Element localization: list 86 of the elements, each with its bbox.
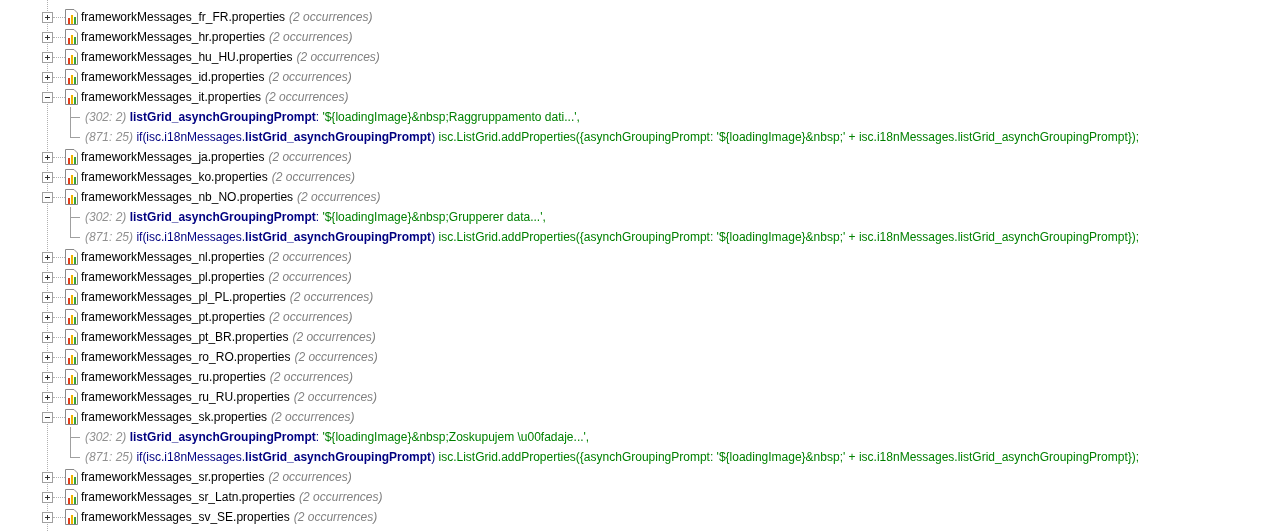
file-chart-icon — [65, 189, 78, 205]
occurrence-count: (2 occurrences) — [268, 149, 352, 166]
file-chart-icon — [65, 69, 78, 85]
occurrence-count: (2 occurrences) — [293, 509, 378, 526]
tree-toggle[interactable] — [42, 351, 53, 363]
file-name[interactable]: frameworkMessages_fr_FR.properties — [81, 8, 286, 26]
file-name[interactable]: frameworkMessages_hu_HU.properties — [81, 48, 293, 66]
file-chart-icon — [65, 489, 78, 505]
file-chart-icon — [65, 289, 78, 305]
occurrence-count: (2 occurrences) — [268, 249, 352, 266]
tree-toggle[interactable] — [42, 251, 53, 263]
tree-toggle[interactable] — [42, 191, 53, 203]
tree-toggle[interactable] — [42, 331, 53, 343]
match-line[interactable]: (871: 25) if(isc.i18nMessages.listGrid_asynchGroupingPrompt) isc.ListGrid.addProperties({asynchGroupingPrompt: '${loadingImage}&nbsp;' + isc.i18nMessages.listGrid_asynchGroupingPrompt}); — [85, 128, 1140, 146]
file-name[interactable]: frameworkMessages_it.properties — [81, 88, 262, 106]
file-name[interactable]: frameworkMessages_ja.properties — [81, 148, 265, 166]
file-chart-icon — [65, 9, 78, 25]
file-chart-icon — [65, 369, 78, 385]
tree-toggle[interactable] — [42, 31, 53, 43]
file-name[interactable]: frameworkMessages_ko.properties — [81, 168, 268, 186]
file-chart-icon — [65, 49, 78, 65]
file-name[interactable]: frameworkMessages_ru_RU.properties — [81, 388, 290, 406]
match-line[interactable]: (871: 25) if(isc.i18nMessages.listGrid_asynchGroupingPrompt) isc.ListGrid.addProperties({asynchGroupingPrompt: '${loadingImage}&nbsp;' + isc.i18nMessages.listGrid_asynchGroupingPrompt}); — [85, 448, 1140, 466]
occurrence-count: (2 occurrences) — [289, 9, 373, 26]
file-chart-icon — [65, 409, 78, 425]
file-name[interactable]: frameworkMessages_sv_SE.properties — [81, 508, 290, 526]
tree-toggle[interactable] — [42, 11, 53, 23]
file-name[interactable]: frameworkMessages_ru.properties — [81, 368, 266, 386]
file-name[interactable]: frameworkMessages_sk.properties — [81, 408, 268, 426]
tree-toggle[interactable] — [42, 71, 53, 83]
tree-toggle[interactable] — [42, 291, 53, 303]
file-name[interactable]: frameworkMessages_nl.properties — [81, 248, 265, 266]
occurrence-count: (2 occurrences) — [292, 329, 376, 346]
tree-toggle[interactable] — [42, 471, 53, 483]
occurrence-count: (2 occurrences) — [271, 169, 356, 186]
occurrence-count: (2 occurrences) — [299, 489, 383, 506]
occurrence-count: (2 occurrences) — [271, 409, 355, 426]
match-line[interactable]: (302: 2) listGrid_asynchGroupingPrompt: '${loadingImage}&nbsp;Zoskupujem \u00fadaje...', — [85, 428, 590, 446]
tree-toggle[interactable] — [42, 411, 53, 423]
tree-toggle[interactable] — [42, 91, 53, 103]
match-line[interactable]: (302: 2) listGrid_asynchGroupingPrompt: '${loadingImage}&nbsp;Grupperer data...', — [85, 208, 546, 226]
occurrence-count: (2 occurrences) — [289, 289, 374, 306]
file-name[interactable]: frameworkMessages_sr.properties — [81, 468, 265, 486]
file-name[interactable]: frameworkMessages_pt.properties — [81, 308, 266, 326]
file-chart-icon — [65, 349, 78, 365]
occurrence-count: (2 occurrences) — [269, 369, 354, 386]
file-name[interactable]: frameworkMessages_id.properties — [81, 68, 265, 86]
occurrence-count: (2 occurrences) — [269, 29, 353, 46]
occurrence-count: (2 occurrences) — [268, 69, 352, 86]
tree-toggle[interactable] — [42, 51, 53, 63]
file-name[interactable]: frameworkMessages_pl.properties — [81, 268, 265, 286]
file-chart-icon — [65, 149, 78, 165]
file-chart-icon — [65, 389, 78, 405]
tree-toggle[interactable] — [42, 171, 53, 183]
tree-toggle[interactable] — [42, 311, 53, 323]
file-chart-icon — [65, 469, 78, 485]
file-name[interactable]: frameworkMessages_nb_NO.properties — [81, 188, 294, 206]
file-chart-icon — [65, 29, 78, 45]
match-line[interactable]: (302: 2) listGrid_asynchGroupingPrompt: '${loadingImage}&nbsp;Raggruppamento dati...', — [85, 108, 580, 126]
occurrence-count: (2 occurrences) — [265, 89, 349, 106]
tree-toggle[interactable] — [42, 151, 53, 163]
occurrence-count: (2 occurrences) — [296, 49, 380, 66]
file-chart-icon — [65, 169, 78, 185]
occurrence-count: (2 occurrences) — [268, 469, 352, 486]
tree-toggle[interactable] — [42, 511, 53, 523]
file-chart-icon — [65, 89, 78, 105]
tree-toggle[interactable] — [42, 371, 53, 383]
file-chart-icon — [65, 329, 78, 345]
file-chart-icon — [65, 509, 78, 525]
occurrence-count: (2 occurrences) — [268, 269, 352, 286]
file-name[interactable]: frameworkMessages_pl_PL.properties — [81, 288, 286, 306]
file-name[interactable]: frameworkMessages_hr.properties — [81, 28, 266, 46]
file-name[interactable]: frameworkMessages_pt_BR.properties — [81, 328, 289, 346]
occurrence-count: (2 occurrences) — [297, 189, 381, 206]
file-chart-icon — [65, 269, 78, 285]
tree-toggle[interactable] — [42, 491, 53, 503]
file-chart-icon — [65, 249, 78, 265]
tree-toggle[interactable] — [42, 391, 53, 403]
occurrence-count: (2 occurrences) — [269, 309, 353, 326]
file-chart-icon — [65, 309, 78, 325]
occurrence-count: (2 occurrences) — [294, 349, 378, 366]
file-name[interactable]: frameworkMessages_sr_Latn.properties — [81, 488, 296, 506]
file-name[interactable]: frameworkMessages_ro_RO.properties — [81, 348, 291, 366]
occurrence-count: (2 occurrences) — [293, 389, 378, 406]
match-line[interactable]: (871: 25) if(isc.i18nMessages.listGrid_asynchGroupingPrompt) isc.ListGrid.addProperties({asynchGroupingPrompt: '${loadingImage}&nbsp;' + isc.i18nMessages.listGrid_asynchGroupingPrompt}); — [85, 228, 1140, 246]
tree-toggle[interactable] — [42, 271, 53, 283]
